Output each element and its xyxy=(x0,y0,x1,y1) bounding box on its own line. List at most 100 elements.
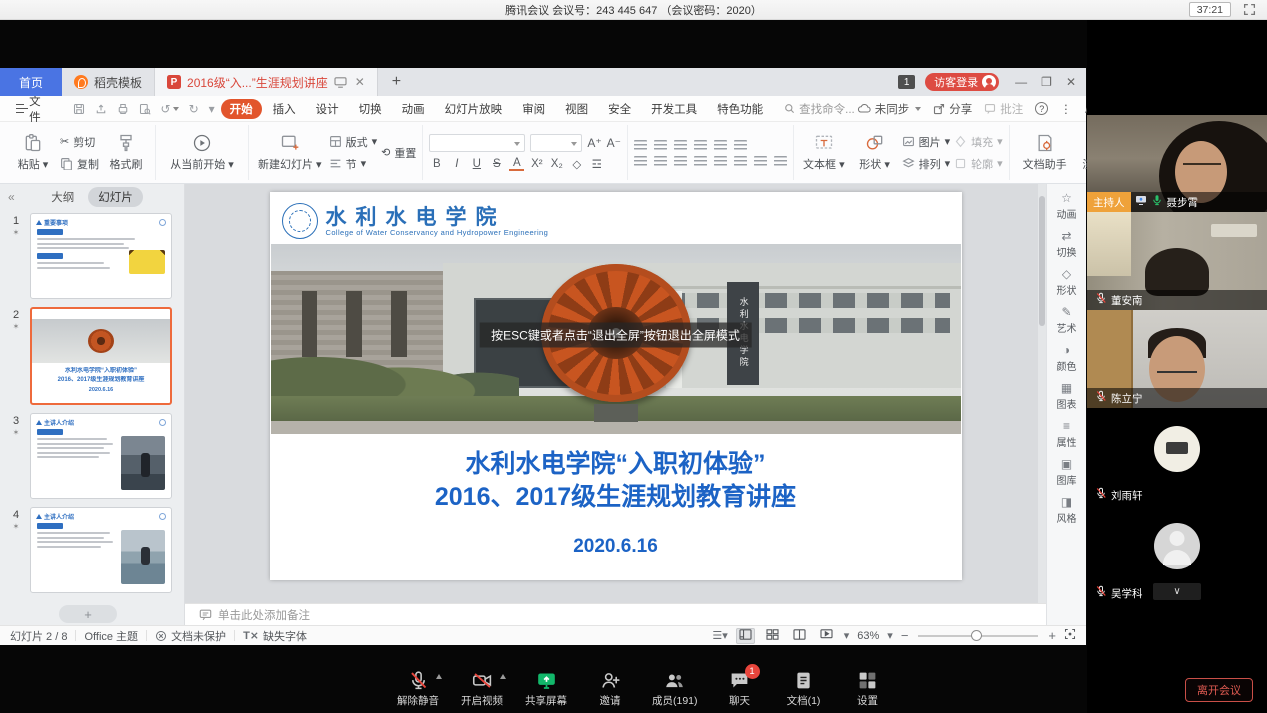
menu-视图[interactable]: 视图 xyxy=(556,99,597,119)
normal-view-icon[interactable] xyxy=(736,628,755,644)
save-icon[interactable] xyxy=(69,103,89,115)
textbox-button[interactable]: 文本框 ▾ xyxy=(800,133,848,172)
missing-font-status[interactable]: T⨯ 缺失字体 xyxy=(243,628,307,644)
menu-开始[interactable]: 开始 xyxy=(221,99,262,119)
restore-icon[interactable]: ❐ xyxy=(1041,75,1052,89)
font-style-button-U[interactable]: U xyxy=(469,158,484,170)
redo-icon[interactable]: ↻ xyxy=(185,102,203,116)
picture-button[interactable]: 图片 ▾ xyxy=(902,134,951,150)
play-from-current-button[interactable]: 从当前开始 ▾ xyxy=(162,133,242,172)
guest-login-button[interactable]: 访客登录 xyxy=(925,73,999,91)
file-menu[interactable]: 文件 xyxy=(8,93,53,125)
close-tab-icon[interactable]: ✕ xyxy=(355,75,365,89)
video-tile-董安南[interactable]: 董安南 xyxy=(1087,212,1267,310)
menu-特色功能[interactable]: 特色功能 xyxy=(708,99,772,119)
zoom-out-icon[interactable]: − xyxy=(901,628,909,643)
panel-item-艺术[interactable]: ✎艺术 xyxy=(1057,306,1077,335)
doc-assistant-button[interactable]: 文档助手 xyxy=(1016,133,1074,172)
line-spacing-icon[interactable] xyxy=(734,156,747,166)
arrange-button[interactable]: 排列 ▾ xyxy=(902,156,951,172)
panel-item-形状[interactable]: ◇形状 xyxy=(1057,268,1077,297)
meeting-button-共享屏幕[interactable]: 共享屏幕 xyxy=(524,670,568,708)
add-slide-button[interactable]: + xyxy=(59,605,117,623)
slideshow-icon[interactable] xyxy=(817,628,836,644)
panel-item-切换[interactable]: ⇄切换 xyxy=(1057,230,1077,259)
zoom-slider[interactable] xyxy=(918,635,1038,637)
font-family-select[interactable] xyxy=(429,134,525,152)
meeting-button-邀请[interactable]: 邀请 xyxy=(588,670,632,708)
panel-item-属性[interactable]: ≡属性 xyxy=(1057,420,1077,449)
reset-button[interactable]: ⟲重置 xyxy=(381,145,416,161)
font-style-button-X²[interactable]: X² xyxy=(529,158,544,170)
panel-item-风格[interactable]: ◨风格 xyxy=(1057,496,1077,525)
zoom-in-icon[interactable]: + xyxy=(1048,628,1056,643)
more-menu-icon[interactable]: ⋮ xyxy=(1060,102,1072,116)
panel-item-图库[interactable]: ▣图库 xyxy=(1057,458,1077,487)
cut-button[interactable]: ✂剪切 xyxy=(60,134,99,150)
text-direction-icon[interactable] xyxy=(714,140,727,150)
share-button[interactable]: 分享 xyxy=(933,101,972,117)
slide-thumbnail-2[interactable]: 2✶ 水利水电学院“入职初体验” 2016、2017级生涯规划教育讲座 2020… xyxy=(4,307,172,405)
zoom-level[interactable]: 63% xyxy=(857,630,879,642)
zoom-slider-thumb[interactable] xyxy=(971,630,982,641)
increase-indent-icon[interactable] xyxy=(694,140,707,150)
menu-安全[interactable]: 安全 xyxy=(599,99,640,119)
slide-thumbnail-3[interactable]: 3✶ 主讲人介绍 xyxy=(4,413,172,499)
decrease-indent-icon[interactable] xyxy=(674,140,687,150)
menu-审阅[interactable]: 审阅 xyxy=(513,99,554,119)
paste-button[interactable]: 粘贴 ▾ xyxy=(10,133,56,172)
numbering-icon[interactable] xyxy=(654,140,667,150)
fit-slide-icon[interactable] xyxy=(1064,628,1076,643)
menu-开发工具[interactable]: 开发工具 xyxy=(642,99,706,119)
font-style-button-S[interactable]: S xyxy=(489,158,504,170)
tab-templates[interactable]: 稻壳模板 xyxy=(62,68,155,96)
video-tile-刘雨轩[interactable]: 刘雨轩 xyxy=(1087,408,1267,505)
meeting-button-聊天[interactable]: 1聊天 xyxy=(718,670,762,708)
copy-button[interactable]: 复制 xyxy=(60,156,99,172)
zoom-caret-icon[interactable]: ▾ xyxy=(887,629,893,642)
tab-home[interactable]: 首页 xyxy=(0,68,62,96)
align-center-icon[interactable] xyxy=(654,156,667,166)
meeting-button-成员(191)[interactable]: 成员(191) xyxy=(652,670,698,708)
reading-view-icon[interactable] xyxy=(790,628,809,644)
notes-toggle-icon[interactable]: ☰▾ xyxy=(712,629,727,642)
vertical-scrollbar[interactable] xyxy=(1038,184,1046,603)
new-tab-button[interactable]: + xyxy=(378,68,415,96)
theme-name[interactable]: Office 主题 xyxy=(84,628,138,644)
bullets-icon[interactable] xyxy=(634,140,647,150)
leave-meeting-button[interactable]: 离开会议 xyxy=(1185,678,1253,702)
video-tile-聂步霄[interactable]: 主持人聂步霄 xyxy=(1087,115,1267,212)
meeting-button-解除静音[interactable]: 解除静音 xyxy=(396,670,440,708)
decrease-font-button[interactable]: A⁻ xyxy=(607,136,621,150)
menu-切换[interactable]: 切换 xyxy=(350,99,391,119)
smart-align-icon[interactable] xyxy=(774,156,787,166)
menu-动画[interactable]: 动画 xyxy=(393,99,434,119)
menu-幻灯片放映[interactable]: 幻灯片放映 xyxy=(436,99,512,119)
slides-tab[interactable]: 幻灯片 xyxy=(88,187,143,207)
increase-font-button[interactable]: A⁺ xyxy=(587,136,601,150)
font-style-button-X₂[interactable]: X₂ xyxy=(549,158,564,170)
quickbar-more-icon[interactable]: ▾ xyxy=(205,102,219,116)
notes-bar[interactable]: 单击此处添加备注 xyxy=(185,603,1046,625)
slide-sorter-icon[interactable] xyxy=(763,628,782,644)
format-painter-button[interactable]: 格式刷 xyxy=(103,133,149,172)
panel-item-动画[interactable]: ☆动画 xyxy=(1057,192,1077,221)
slide-thumbnail-4[interactable]: 4✶ 主讲人介绍 xyxy=(4,507,172,593)
menu-插入[interactable]: 插入 xyxy=(264,99,305,119)
highlight-icon[interactable]: ☲ xyxy=(589,157,604,171)
panel-item-图表[interactable]: ▦图表 xyxy=(1057,382,1077,411)
columns-icon[interactable] xyxy=(734,140,747,150)
chevron-up-icon[interactable] xyxy=(500,674,506,679)
clear-format-icon[interactable]: ◇ xyxy=(569,157,584,171)
para-spacing-icon[interactable] xyxy=(754,156,767,166)
video-tile-陈立宁[interactable]: 陈立宁 xyxy=(1087,310,1267,408)
protection-status[interactable]: 文档未保护 xyxy=(155,628,226,644)
new-slide-button[interactable]: 新建幻灯片 ▾ xyxy=(255,133,325,172)
menu-设计[interactable]: 设计 xyxy=(307,99,348,119)
distribute-icon[interactable] xyxy=(714,156,727,166)
collapse-panel-icon[interactable]: « xyxy=(8,190,15,204)
shapes-button[interactable]: 形状 ▾ xyxy=(852,133,898,172)
align-right-icon[interactable] xyxy=(674,156,687,166)
font-style-button-I[interactable]: I xyxy=(449,158,464,170)
tab-document[interactable]: P 2016级“入...”生涯规划讲座 ✕ xyxy=(155,68,378,96)
